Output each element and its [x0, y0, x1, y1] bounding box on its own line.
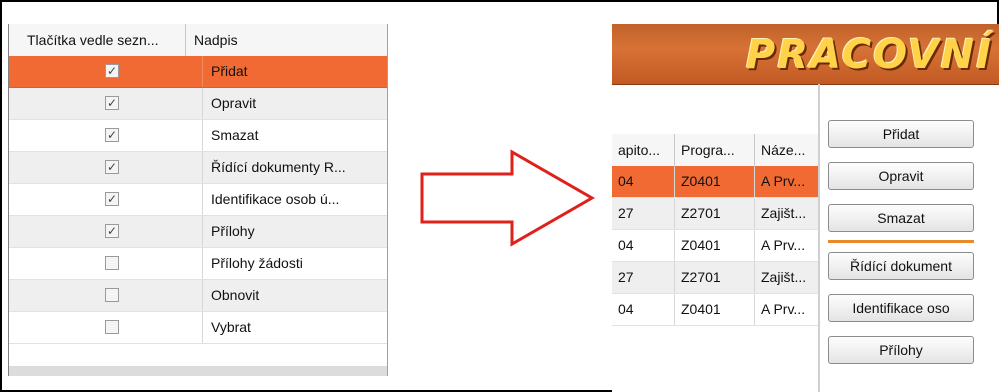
- column-header-buttons[interactable]: Tlačítka vedle sezn...: [9, 24, 186, 56]
- row-checkbox[interactable]: ✓: [105, 224, 119, 238]
- cell: Z2701: [675, 262, 755, 293]
- delete-button[interactable]: Smazat: [828, 204, 974, 232]
- row-caption: Přidat: [211, 63, 248, 79]
- horizontal-scrollbar[interactable]: [9, 366, 387, 376]
- banner-title: PRACOVNÍ: [745, 32, 993, 78]
- row-checkbox[interactable]: ✓: [105, 128, 119, 142]
- table-row[interactable]: ✓ Identifikace osob ú...: [9, 184, 387, 216]
- table-row[interactable]: 27 Z2701 Zajišt...: [612, 198, 819, 230]
- row-checkbox[interactable]: ✓: [105, 64, 119, 78]
- table-row[interactable]: Vybrat: [9, 312, 387, 344]
- table-row[interactable]: 04 Z0401 A Prv...: [612, 294, 819, 326]
- row-caption: Obnovit: [211, 287, 260, 303]
- cell: A Prv...: [755, 166, 819, 197]
- app-preview: PRACOVNÍ apito... Progra... Náze... 04 Z…: [612, 24, 999, 392]
- table-row[interactable]: ✓ Přidat: [9, 56, 387, 88]
- row-caption: Přílohy: [211, 223, 255, 239]
- row-checkbox[interactable]: [105, 256, 119, 270]
- column-header[interactable]: apito...: [612, 134, 675, 166]
- table-row[interactable]: Přílohy žádosti: [9, 248, 387, 280]
- row-caption: Identifikace osob ú...: [211, 191, 340, 207]
- attachments-button[interactable]: Přílohy: [828, 336, 974, 364]
- row-caption: Opravit: [211, 95, 257, 111]
- table-row[interactable]: ✓ Smazat: [9, 120, 387, 152]
- right-arrow-icon: [420, 149, 596, 247]
- grid-header: Tlačítka vedle sezn... Nadpis: [9, 24, 387, 57]
- cell: Z0401: [675, 230, 755, 261]
- cell: 27: [612, 198, 675, 229]
- cell: 04: [612, 166, 675, 197]
- row-checkbox[interactable]: [105, 320, 119, 334]
- row-checkbox[interactable]: ✓: [105, 192, 119, 206]
- identification-button[interactable]: Identifikace oso: [828, 294, 974, 322]
- table-row[interactable]: ✓ Řídící dokumenty R...: [9, 152, 387, 184]
- cell: 27: [612, 262, 675, 293]
- documents-button[interactable]: Řídící dokument: [828, 252, 974, 280]
- cell: Z2701: [675, 198, 755, 229]
- cell: 04: [612, 230, 675, 261]
- cell: Zajišt...: [755, 198, 819, 229]
- table-row[interactable]: ✓ Opravit: [9, 88, 387, 120]
- row-caption: Smazat: [211, 127, 259, 143]
- cell: Z0401: [675, 166, 755, 197]
- cell: Z0401: [675, 294, 755, 325]
- cell: Zajišt...: [755, 262, 819, 293]
- table-row[interactable]: 27 Z2701 Zajišt...: [612, 262, 819, 294]
- cell: A Prv...: [755, 294, 819, 325]
- row-caption: Vybrat: [211, 319, 251, 335]
- row-caption: Přílohy žádosti: [211, 255, 303, 271]
- add-button[interactable]: Přidat: [828, 120, 974, 148]
- row-checkbox[interactable]: ✓: [105, 160, 119, 174]
- column-header[interactable]: Náze...: [755, 134, 819, 166]
- row-checkbox[interactable]: [105, 288, 119, 302]
- column-header[interactable]: Progra...: [675, 134, 755, 166]
- cell: A Prv...: [755, 230, 819, 261]
- cell: 04: [612, 294, 675, 325]
- table-row[interactable]: Obnovit: [9, 280, 387, 312]
- table-row[interactable]: 04 Z0401 A Prv...: [612, 230, 819, 262]
- records-grid: apito... Progra... Náze... 04 Z0401 A Pr…: [612, 134, 819, 334]
- panel-divider: [818, 84, 820, 392]
- button-separator: [828, 240, 974, 243]
- row-checkbox[interactable]: ✓: [105, 96, 119, 110]
- button-settings-grid: Tlačítka vedle sezn... Nadpis ✓ Přidat ✓…: [8, 24, 388, 376]
- row-caption: Řídící dokumenty R...: [211, 159, 346, 175]
- table-row[interactable]: 04 Z0401 A Prv...: [612, 166, 819, 198]
- edit-button[interactable]: Opravit: [828, 162, 974, 190]
- column-header-caption[interactable]: Nadpis: [186, 24, 387, 56]
- table-row[interactable]: ✓ Přílohy: [9, 216, 387, 248]
- app-banner: PRACOVNÍ: [612, 24, 999, 85]
- grid-header: apito... Progra... Náze...: [612, 134, 819, 167]
